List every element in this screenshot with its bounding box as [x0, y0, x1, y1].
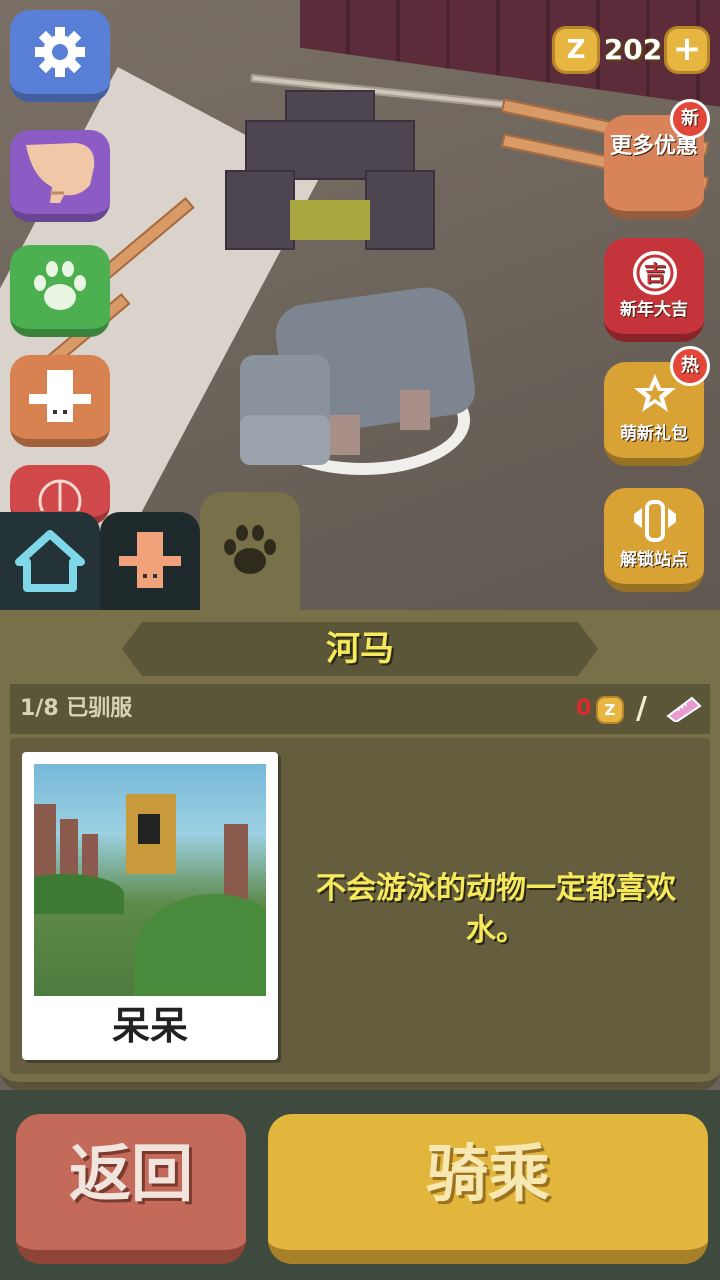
tamed-count: 1/8 已驯服 [20, 696, 133, 721]
animal-description: 不会游泳的动物一定都喜欢水。 [316, 871, 676, 948]
hand-icon [26, 143, 95, 203]
tab-home[interactable] [0, 512, 100, 610]
lantern-icon [38, 479, 82, 511]
back-label: 返回 [68, 1137, 193, 1210]
newbie-gift-label: 萌新礼包 [620, 424, 688, 444]
add-currency-button[interactable]: + [664, 26, 710, 74]
newbie-gift-button[interactable]: 萌新礼包 热 [604, 346, 710, 466]
cowboy-hat-icon [119, 532, 181, 588]
stars-gift-icon [634, 374, 676, 412]
promo-button[interactable]: 更多优惠 新 [604, 99, 710, 219]
unlock-station-icon [634, 500, 676, 542]
settings-button[interactable] [10, 10, 110, 102]
title-bar: 河马 [122, 622, 598, 676]
animal-nickname: 呆呆 [111, 1004, 188, 1048]
tab-cowboy[interactable] [100, 512, 200, 610]
z-coin-icon: Z [552, 26, 600, 74]
gear-icon [35, 27, 85, 77]
tab-animals[interactable] [200, 492, 300, 610]
back-button[interactable]: 返回 [16, 1114, 246, 1264]
cowboy-button[interactable] [10, 355, 110, 447]
unlock-station-label: 解锁站点 [620, 550, 688, 570]
new-year-button[interactable]: 吉 新年大吉 [604, 238, 704, 342]
animal-detail: 呆呆 不会游泳的动物一定都喜欢水。 [10, 738, 710, 1074]
water-puddle [290, 200, 370, 240]
animal-info-panel: 河马 1/8 已驯服 0 Z / 呆呆 不会游泳的动物一定都喜欢水。 [0, 610, 720, 1090]
separator: / [636, 691, 647, 726]
new-badge: 新 [670, 99, 710, 139]
home-icon [15, 530, 85, 592]
tame-status-bar: 1/8 已驯服 0 Z / [10, 684, 710, 734]
currency-counter: Z 202 + [552, 24, 710, 76]
paw-icon [224, 525, 276, 574]
animal-photo-card[interactable]: 呆呆 [22, 752, 278, 1060]
hot-badge: 热 [670, 346, 710, 386]
ticket-icon [666, 696, 702, 722]
new-year-label: 新年大吉 [620, 300, 688, 320]
cowboy-hat-icon [29, 370, 91, 422]
animals-button[interactable] [10, 245, 110, 337]
ji-icon: 吉 [633, 251, 677, 295]
animal-photo [34, 764, 266, 996]
interact-button[interactable] [10, 130, 110, 222]
ji-glyph: 吉 [644, 261, 666, 287]
ride-button[interactable]: 骑乘 [268, 1114, 708, 1264]
paw-icon [34, 261, 86, 310]
currency-amount: 202 [603, 33, 663, 66]
coin-count: 0 [576, 696, 592, 721]
ride-label: 骑乘 [425, 1137, 550, 1210]
z-coin-icon: Z [596, 696, 624, 724]
animal-name: 河马 [326, 629, 394, 669]
unlock-station-button[interactable]: 解锁站点 [604, 488, 704, 592]
